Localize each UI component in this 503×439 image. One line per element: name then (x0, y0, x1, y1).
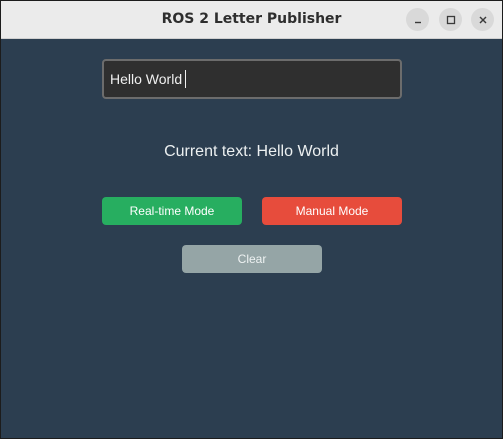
text-caret (185, 70, 187, 88)
app-window: ROS 2 Letter Publisher Hello World Curre… (0, 0, 503, 439)
text-input-field[interactable]: Hello World (102, 59, 402, 99)
title-bar[interactable]: ROS 2 Letter Publisher (1, 1, 502, 39)
close-icon (479, 16, 486, 23)
maximize-button[interactable] (439, 8, 462, 31)
manual-mode-button[interactable]: Manual Mode (262, 197, 402, 225)
realtime-mode-button[interactable]: Real-time Mode (102, 197, 242, 225)
clear-button[interactable]: Clear (182, 245, 322, 273)
text-input-value: Hello World (110, 71, 183, 87)
maximize-icon (446, 15, 455, 24)
current-text-label: Current text: Hello World (164, 143, 339, 160)
main-content: Hello World Current text: Hello World Re… (1, 39, 502, 438)
close-button[interactable] (471, 8, 494, 31)
minimize-button[interactable] (406, 8, 429, 31)
minimize-icon (414, 21, 421, 23)
